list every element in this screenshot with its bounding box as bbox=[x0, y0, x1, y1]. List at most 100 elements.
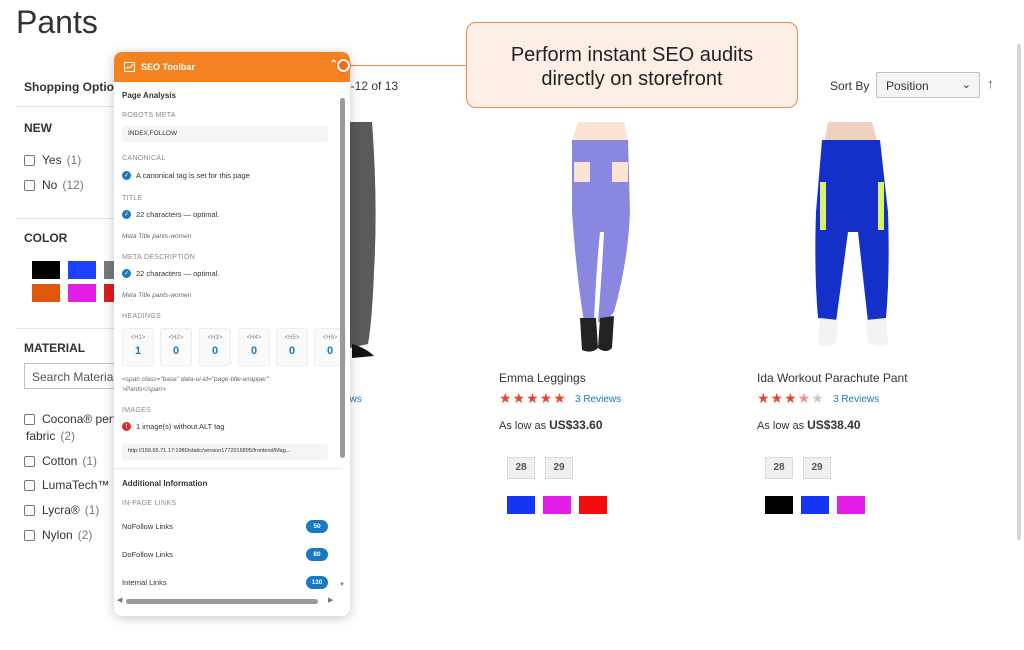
chevron-down-icon: ⌄ bbox=[961, 79, 971, 91]
color-option-black[interactable] bbox=[765, 496, 793, 514]
product-price: As low as US$33.60 bbox=[499, 418, 603, 432]
filter-new-title[interactable]: NEW bbox=[24, 121, 52, 135]
size-option-28[interactable]: 28 bbox=[507, 457, 535, 479]
filter-label: fabric bbox=[26, 429, 56, 443]
color-option-purple[interactable] bbox=[543, 496, 571, 514]
filter-label: No bbox=[42, 178, 58, 192]
seo-toolbar-title: SEO Toolbar bbox=[141, 62, 195, 72]
filter-option-new-yes[interactable]: Yes (1) bbox=[24, 153, 81, 167]
filter-label: Lycra® bbox=[42, 503, 80, 517]
color-option-blue[interactable] bbox=[507, 496, 535, 514]
color-swatch-gray[interactable] bbox=[104, 261, 114, 279]
callout-connector-line bbox=[344, 65, 466, 66]
product-price: As low as US$38.40 bbox=[757, 418, 861, 432]
heading-h5-box: <H5> 0 bbox=[276, 328, 308, 366]
dofollow-links-count: 80 bbox=[306, 548, 328, 561]
filter-label: LumaTech™ bbox=[42, 478, 110, 492]
color-swatch-orange[interactable] bbox=[32, 284, 60, 302]
toolbar-amount: 1-12 of 13 bbox=[344, 79, 399, 93]
heading-code-line-1: <span class="base" data-ui-id="page-titl… bbox=[122, 376, 269, 383]
page-title: Pants bbox=[16, 4, 98, 40]
checkbox[interactable] bbox=[24, 179, 35, 191]
checkbox[interactable] bbox=[24, 413, 35, 425]
nofollow-links-label: NoFollow Links bbox=[122, 522, 173, 531]
filter-color-title[interactable]: COLOR bbox=[24, 231, 67, 245]
size-option-29[interactable]: 29 bbox=[803, 457, 831, 479]
color-option-purple[interactable] bbox=[837, 496, 865, 514]
product-rating-stars: ★★★★★ bbox=[499, 390, 567, 406]
images-label: IMAGES bbox=[122, 407, 152, 414]
filter-label: Cotton bbox=[42, 454, 78, 468]
meta-description-status: ✓ 22 characters — optimal. bbox=[122, 269, 220, 278]
product-image-lavender-leggings[interactable] bbox=[548, 122, 658, 358]
image-url: http://159.65.71.17:1980/static/version1… bbox=[122, 444, 328, 460]
filter-option-material-lycra[interactable]: Lycra® (1) bbox=[24, 503, 99, 517]
color-swatch-red[interactable] bbox=[104, 284, 114, 302]
color-option-blue[interactable] bbox=[801, 496, 829, 514]
checkbox[interactable] bbox=[24, 529, 35, 541]
product-name-emma-leggings[interactable]: Emma Leggings bbox=[499, 371, 586, 385]
color-swatch-black[interactable] bbox=[32, 261, 60, 279]
seo-panel-body: Page Analysis ROBOTS META INDEX,FOLLOW C… bbox=[114, 82, 350, 616]
checkbox[interactable] bbox=[24, 504, 35, 516]
filter-material-title[interactable]: MATERIAL bbox=[24, 341, 85, 355]
robots-meta-value: INDEX,FOLLOW bbox=[122, 126, 328, 142]
scroll-down-arrow-icon[interactable]: ▼ bbox=[339, 582, 345, 588]
seo-toolbar-panel: SEO Toolbar ⌃ Page Analysis ROBOTS META … bbox=[114, 52, 350, 616]
sort-by-value: Position bbox=[886, 79, 929, 93]
filter-count: (1) bbox=[66, 153, 82, 167]
canonical-label: CANONICAL bbox=[122, 155, 166, 162]
heading-code-line-2: >Pants</span> bbox=[122, 386, 166, 393]
filter-label: Yes bbox=[42, 153, 62, 167]
check-icon: ✓ bbox=[122, 210, 131, 219]
sort-by-label: Sort By bbox=[830, 79, 870, 93]
scroll-left-arrow-icon[interactable]: ◀ bbox=[117, 596, 122, 604]
seo-toolbar-header[interactable]: SEO Toolbar ⌃ bbox=[114, 52, 350, 82]
sort-direction-arrow-icon[interactable]: ↑ bbox=[987, 76, 994, 91]
color-swatch-blue[interactable] bbox=[68, 261, 96, 279]
heading-h3-box: <H3> 0 bbox=[199, 328, 231, 366]
size-option-28[interactable]: 28 bbox=[765, 457, 793, 479]
size-option-29[interactable]: 29 bbox=[545, 457, 573, 479]
robots-meta-label: ROBOTS META bbox=[122, 112, 176, 119]
filter-option-new-no[interactable]: No (12) bbox=[24, 178, 84, 192]
filter-option-material-cocona[interactable]: Cocona® perf bbox=[24, 412, 116, 426]
chart-icon bbox=[124, 62, 135, 72]
filter-option-material-lumatech[interactable]: LumaTech™ ( bbox=[24, 478, 118, 492]
meta-description-value: Meta Title pants-women bbox=[122, 292, 192, 299]
title-status: ✓ 22 characters — optimal. bbox=[122, 210, 220, 219]
page-analysis-title: Page Analysis bbox=[122, 91, 176, 100]
panel-vertical-scrollbar[interactable] bbox=[340, 98, 345, 458]
page-scrollbar[interactable] bbox=[1017, 44, 1021, 540]
error-icon: ! bbox=[122, 422, 131, 431]
color-option-red[interactable] bbox=[579, 496, 607, 514]
check-icon: ✓ bbox=[122, 171, 131, 180]
callout-line-1: Perform instant SEO audits bbox=[510, 44, 754, 66]
filter-count: (2) bbox=[60, 429, 76, 443]
images-status: ! 1 image(s) without ALT tag bbox=[122, 422, 225, 431]
filter-count: (2) bbox=[77, 528, 93, 542]
search-material-input[interactable]: Search Material bbox=[24, 363, 124, 389]
product-reviews-link[interactable]: 3 Reviews bbox=[575, 394, 621, 405]
product-name-ida-workout-parachute-pant[interactable]: Ida Workout Parachute Pant bbox=[757, 371, 908, 385]
product-reviews-link[interactable]: 3 Reviews bbox=[833, 394, 879, 405]
filter-option-material-cocona-line2: fabric (2) bbox=[26, 429, 75, 443]
page-root: Pants Shopping Options NEW Yes (1) No (1… bbox=[0, 0, 1024, 650]
heading-h1-box: <H1> 1 bbox=[122, 328, 154, 366]
product-image-blue-parachute-pant[interactable] bbox=[802, 122, 902, 350]
checkbox[interactable] bbox=[24, 479, 35, 491]
filter-count: (1) bbox=[84, 503, 100, 517]
color-swatch-purple[interactable] bbox=[68, 284, 96, 302]
callout-anchor-dot bbox=[337, 59, 350, 72]
scroll-right-arrow-icon[interactable]: ▶ bbox=[328, 596, 333, 604]
heading-h4-box: <H4> 0 bbox=[238, 328, 270, 366]
nofollow-links-count: 50 bbox=[306, 520, 328, 533]
meta-title-value: Meta Title pants-women bbox=[122, 233, 192, 240]
checkbox[interactable] bbox=[24, 154, 35, 166]
filter-option-material-cotton[interactable]: Cotton (1) bbox=[24, 454, 97, 468]
checkbox[interactable] bbox=[24, 455, 35, 467]
filter-option-material-nylon[interactable]: Nylon (2) bbox=[24, 528, 92, 542]
sort-by-select[interactable]: Position ⌄ bbox=[876, 72, 980, 98]
panel-horizontal-scrollbar[interactable] bbox=[126, 599, 318, 604]
product-rating-stars: ★★★★★ bbox=[757, 390, 825, 406]
